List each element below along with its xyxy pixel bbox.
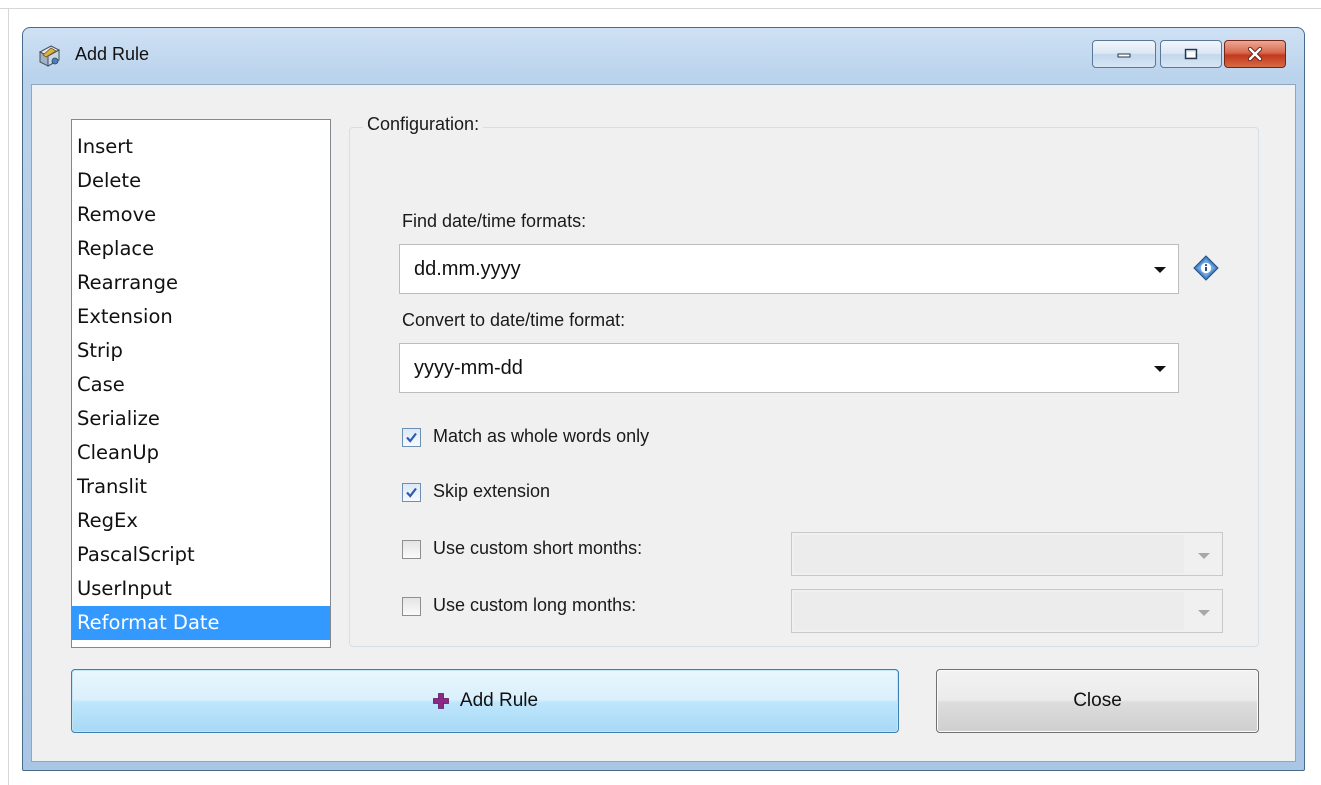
short-months-label[interactable]: Use custom short months:	[433, 538, 642, 559]
chevron-down-icon[interactable]	[1154, 366, 1166, 372]
minimize-icon	[1117, 53, 1131, 58]
info-diamond-icon[interactable]	[1193, 255, 1219, 281]
long-months-label[interactable]: Use custom long months:	[433, 595, 636, 616]
rule-list-item[interactable]: Extension	[72, 300, 330, 334]
close-button[interactable]: Close	[936, 669, 1259, 733]
long-months-combobox	[791, 589, 1223, 633]
add-rule-button[interactable]: Add Rule	[71, 669, 899, 733]
short-months-value	[794, 535, 1184, 573]
rule-list-item[interactable]: Reformat Date	[72, 606, 330, 640]
window-title: Add Rule	[75, 44, 150, 64]
configuration-legend: Configuration:	[363, 114, 484, 135]
long-months-value	[794, 592, 1184, 630]
find-formats-label: Find date/time formats:	[402, 211, 587, 231]
rule-wizard-icon	[38, 45, 61, 67]
convert-format-value: yyyy-mm-dd	[414, 357, 523, 379]
rule-list-item[interactable]: PascalScript	[72, 538, 330, 572]
rule-list-item[interactable]: Case	[72, 368, 330, 402]
dialog-client-area: Insert Delete Remove Replace Rearrange Extens…	[31, 84, 1296, 762]
chevron-down-icon	[1198, 610, 1210, 616]
checkmark-icon	[406, 432, 417, 443]
rule-list-item[interactable]: Insert	[72, 130, 330, 164]
convert-format-combobox[interactable]: yyyy-mm-dd	[399, 343, 1179, 393]
add-rule-window: Add Rule Insert Delete Remove Replace Rearra…	[22, 27, 1305, 771]
plus-icon	[432, 692, 450, 710]
chevron-down-icon[interactable]	[1154, 267, 1166, 273]
minimize-button[interactable]	[1092, 40, 1156, 68]
short-months-combobox	[791, 532, 1223, 576]
find-formats-value: dd.mm.yyyy	[414, 258, 521, 280]
add-rule-button-label: Add Rule	[459, 690, 539, 711]
page-left-border	[8, 8, 9, 785]
rule-list-item[interactable]: Remove	[72, 198, 330, 232]
rule-list-item[interactable]: Strip	[72, 334, 330, 368]
rule-list-item[interactable]: Delete	[72, 164, 330, 198]
whole-words-label[interactable]: Match as whole words only	[433, 426, 649, 447]
long-months-checkbox[interactable]	[402, 597, 421, 616]
rule-list-item[interactable]: Translit	[72, 470, 330, 504]
rule-list-item[interactable]: CleanUp	[72, 436, 330, 470]
maximize-button[interactable]	[1160, 40, 1222, 68]
close-button-label: Close	[1073, 690, 1122, 711]
rule-list-item[interactable]: Serialize	[72, 402, 330, 436]
rule-list-item[interactable]: RegEx	[72, 504, 330, 538]
short-months-checkbox[interactable]	[402, 540, 421, 559]
rule-list-item[interactable]: UserInput	[72, 572, 330, 606]
convert-format-label: Convert to date/time format:	[402, 310, 626, 330]
skip-extension-checkbox[interactable]	[402, 483, 421, 502]
close-icon	[1247, 46, 1263, 62]
find-formats-combobox[interactable]: dd.mm.yyyy	[399, 244, 1179, 294]
close-window-button[interactable]	[1224, 40, 1286, 68]
chevron-down-icon	[1198, 553, 1210, 559]
page-top-border	[0, 8, 1321, 9]
skip-extension-label[interactable]: Skip extension	[433, 481, 550, 502]
rule-list-item[interactable]: Replace	[72, 232, 330, 266]
rule-type-list[interactable]: Insert Delete Remove Replace Rearrange Extens…	[71, 119, 331, 648]
maximize-icon	[1184, 48, 1198, 60]
checkmark-icon	[406, 487, 417, 498]
title-bar[interactable]: Add Rule	[23, 28, 1304, 84]
rule-list-item[interactable]: Rearrange	[72, 266, 330, 300]
whole-words-checkbox[interactable]	[402, 428, 421, 447]
